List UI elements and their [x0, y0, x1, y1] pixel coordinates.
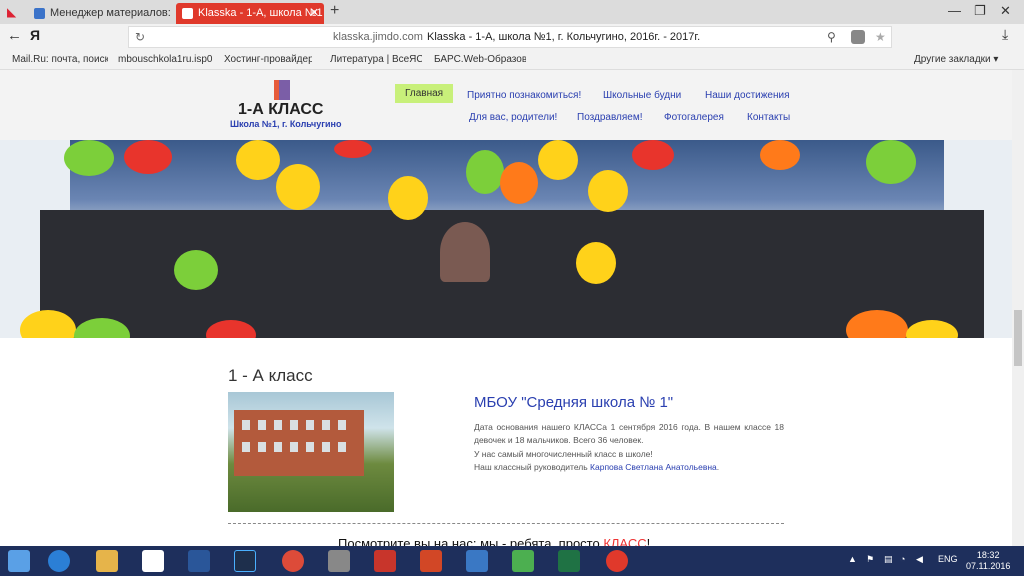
content-title: 1 - А класс	[228, 366, 313, 385]
books-logo-icon	[274, 80, 290, 100]
yandex-icon[interactable]	[142, 550, 164, 572]
tray-arrow-icon[interactable]: ▲	[848, 554, 857, 564]
balloon	[466, 150, 504, 194]
address-bar-row: ← Я ↻ klasska.jimdo.com Klasska - 1-А, ш…	[0, 24, 1024, 50]
site-logo-subtitle: Школа №1, г. Кольчугино	[230, 119, 342, 129]
balloon	[760, 140, 800, 170]
browser-tab-bar: ◣ Менеджер материалов: Из Klasska - 1-А,…	[0, 0, 1024, 24]
class-description: Дата основания нашего КЛАССа 1 сентября …	[474, 422, 784, 473]
photoshop-icon[interactable]	[234, 550, 256, 572]
teacher-link[interactable]: Карпова Светлана Анатольевна	[590, 462, 717, 472]
content-divider	[228, 523, 784, 524]
balloon	[276, 164, 320, 210]
nav-school-days[interactable]: Школьные будни	[603, 90, 681, 101]
nav-gallery[interactable]: Фотогалерея	[664, 112, 724, 123]
nav-congrats[interactable]: Поздравляем!	[577, 112, 643, 123]
nav-contacts[interactable]: Контакты	[747, 112, 790, 123]
url-domain: klasska.jimdo.com	[333, 31, 423, 43]
start-windows-icon[interactable]	[8, 550, 30, 572]
jimdo-favicon-icon	[182, 8, 193, 19]
tab-materials-manager[interactable]: Менеджер материалов: Из	[28, 3, 172, 24]
browser-logo-icon[interactable]: ◣	[7, 5, 16, 19]
download-icon[interactable]: ⤓	[1002, 26, 1008, 43]
clock[interactable]: 18:32 07.11.2016	[966, 550, 1010, 572]
flag-icon[interactable]: ⚑	[866, 554, 874, 565]
scrollbar-thumb[interactable]	[1014, 310, 1022, 366]
url-page-title: Klasska - 1-А, школа №1, г. Кольчугино, …	[427, 31, 701, 43]
balloon	[388, 176, 428, 220]
balloon	[538, 140, 578, 180]
powerpoint-icon[interactable]	[420, 550, 442, 572]
close-window-icon[interactable]: ✕	[1000, 3, 1011, 19]
nav-home[interactable]: Главная	[395, 84, 454, 103]
document-icon[interactable]	[466, 550, 488, 572]
file-explorer-icon[interactable]	[96, 550, 118, 572]
other-bookmarks[interactable]: Другие закладки ▾	[914, 50, 1004, 70]
web-page: 1-А КЛАСС Школа №1, г. Кольчугино Главна…	[0, 70, 1024, 546]
balloon	[576, 242, 616, 284]
bookmark-item[interactable]: Mail.Ru: почта, поиск	[12, 50, 108, 70]
bookmarks-bar: Mail.Ru: почта, поиск mbouschkola1ru.isp…	[0, 50, 1024, 70]
ie-icon[interactable]	[48, 550, 70, 572]
class-photo-banner	[0, 140, 1024, 338]
search-icon[interactable]: ⚲	[827, 27, 836, 47]
bookmark-item[interactable]: mbouschkola1ru.isp0	[118, 50, 214, 70]
tab-label: Klasska - 1-А, школа №1	[198, 7, 323, 19]
close-tab-icon[interactable]: ✕	[310, 3, 319, 24]
url-field[interactable]: ↻ klasska.jimdo.com Klasska - 1-А, школа…	[128, 26, 892, 48]
network-icon[interactable]: ▤	[884, 554, 893, 565]
site-header: 1-А КЛАСС Школа №1, г. Кольчугино Главна…	[0, 70, 1024, 140]
balloon	[866, 140, 916, 184]
nav-parents[interactable]: Для вас, родители!	[469, 112, 557, 123]
balloon	[588, 170, 628, 212]
balloon	[174, 250, 218, 290]
balloon	[236, 140, 280, 180]
school-heading: МБОУ "Средняя школа № 1"	[474, 394, 674, 411]
yandex-button[interactable]: Я	[30, 27, 40, 43]
minimize-icon[interactable]: —	[948, 3, 961, 18]
webcam-icon[interactable]	[328, 550, 350, 572]
language-indicator[interactable]: ENG	[938, 554, 958, 564]
nav-meet[interactable]: Приятно познакомиться!	[467, 90, 581, 101]
reload-icon[interactable]: ↻	[135, 27, 145, 47]
teacher-figure	[440, 222, 490, 282]
yandex-browser-icon[interactable]	[606, 550, 628, 572]
tab-klasska[interactable]: Klasska - 1-А, школа №1 ✕	[176, 3, 324, 24]
site-logo-title[interactable]: 1-А КЛАСС	[238, 101, 323, 119]
calculator-icon[interactable]	[512, 550, 534, 572]
balloon	[500, 162, 538, 204]
school-building	[234, 410, 364, 476]
bookmark-item[interactable]: БАРС.Web-Образова	[434, 50, 526, 70]
back-arrow-icon[interactable]: ←	[7, 27, 22, 44]
wifi-icon[interactable]: ◔	[900, 554, 905, 564]
word-icon[interactable]	[188, 550, 210, 572]
new-tab-button[interactable]: +	[330, 2, 339, 20]
windows-taskbar: ▲ ⚑ ▤ ◔ ◀ ENG 18:32 07.11.2016	[0, 546, 1024, 576]
balloon	[632, 140, 674, 170]
bookmark-item[interactable]: Литература | ВсеЯСв	[330, 50, 422, 70]
balloon	[334, 140, 372, 158]
paint-icon[interactable]	[374, 550, 396, 572]
protect-icon[interactable]	[851, 30, 865, 44]
joomla-favicon-icon	[34, 8, 45, 19]
poem-line: Посмотрите вы на нас: мы - ребята, прост…	[338, 536, 651, 546]
school-building-photo	[228, 392, 394, 512]
bookmark-star-icon[interactable]: ★	[875, 27, 886, 47]
chrome-icon[interactable]	[282, 550, 304, 572]
tab-label: Менеджер материалов: Из	[50, 7, 172, 19]
balloon	[124, 140, 172, 174]
restore-icon[interactable]: ❐	[974, 3, 986, 19]
balloon	[64, 140, 114, 176]
page-scrollbar[interactable]	[1012, 70, 1024, 546]
excel-icon[interactable]	[558, 550, 580, 572]
nav-achievements[interactable]: Наши достижения	[705, 90, 790, 101]
volume-icon[interactable]: ◀	[916, 554, 923, 565]
bookmark-item[interactable]: Хостинг-провайдер	[224, 50, 312, 70]
